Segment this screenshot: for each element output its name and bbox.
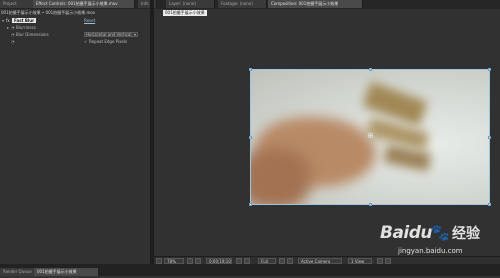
blurriness-row[interactable]: ▸ ◔ Blurriness xyxy=(0,24,150,31)
stopwatch-icon[interactable]: ◔ xyxy=(11,31,15,38)
repeat-edge-checkbox[interactable]: ✓ xyxy=(84,38,87,45)
transform-handle[interactable] xyxy=(488,203,491,206)
blurriness-label: Blurriness xyxy=(16,25,36,30)
tab-project[interactable]: Project xyxy=(0,0,35,8)
expand-arrow-icon[interactable]: ▸ xyxy=(7,24,9,31)
watermark-brand: Baidu xyxy=(380,223,433,243)
breadcrumb: 001拍摄手展示小效果 • 001拍摄手展示小效果.mov xyxy=(1,10,96,15)
effect-controls-panel: 001拍摄手展示小效果 • 001拍摄手展示小效果.mov ▾ fx Fast … xyxy=(0,9,150,264)
transform-handle[interactable] xyxy=(249,136,252,139)
blur-dimensions-value: Horizontal and Vertical xyxy=(86,32,132,37)
transform-handle[interactable] xyxy=(369,68,372,71)
repeat-edge-label[interactable]: Repeat Edge Pixels xyxy=(89,38,127,45)
blur-dimensions-dropdown[interactable]: Horizontal and Vertical ▾ xyxy=(84,32,138,37)
tab-layer[interactable]: Layer: (none) xyxy=(166,0,215,8)
stopwatch-icon[interactable]: ◔ xyxy=(11,24,15,31)
transform-handle[interactable] xyxy=(488,68,491,71)
anchor-point-icon[interactable]: ⊕ xyxy=(367,132,374,140)
transform-handle[interactable] xyxy=(249,68,252,71)
tab-footage[interactable]: Footage: (none) xyxy=(218,0,267,8)
tab-render-queue[interactable]: Render Queue xyxy=(0,268,35,276)
transform-handle[interactable] xyxy=(369,203,372,206)
reset-link[interactable]: Reset xyxy=(84,17,95,24)
comp-name-tab[interactable]: 001拍摄手展示小效果 xyxy=(163,10,207,16)
effect-name[interactable]: Fast Blur xyxy=(12,18,37,23)
tab-info[interactable]: Info xyxy=(138,0,157,8)
stopwatch-icon[interactable]: ◔ xyxy=(11,38,15,45)
watermark-url: jingyan.baidu.com xyxy=(398,247,463,255)
baidu-watermark: Baidu 🐾 经验 jingyan.baidu.com xyxy=(380,221,498,261)
chevron-down-icon: ▾ xyxy=(133,32,136,37)
tab-timeline[interactable]: 001拍摄手展示小效果 xyxy=(34,268,99,276)
blur-dimensions-row[interactable]: ◔ Blur Dimensions Horizontal and Vertica… xyxy=(0,31,150,38)
tab-composition[interactable]: Composition: 001拍摄手展示小效果 xyxy=(268,0,363,8)
effect-toggle-icon[interactable]: ▾ xyxy=(2,17,4,24)
fx-icon[interactable]: fx xyxy=(6,17,10,24)
effect-header-row[interactable]: ▾ fx Fast Blur Reset xyxy=(0,17,150,24)
tab-effect-controls[interactable]: Effect Controls: 001拍摄手展示小效果.mov xyxy=(33,0,135,8)
blur-dimensions-label: Blur Dimensions xyxy=(16,32,49,37)
repeat-edge-row[interactable]: ◔ ✓ Repeat Edge Pixels xyxy=(0,38,150,45)
paw-icon: 🐾 xyxy=(430,223,450,242)
watermark-cn: 经验 xyxy=(452,226,480,242)
transform-handle[interactable] xyxy=(488,136,491,139)
transform-handle[interactable] xyxy=(249,203,252,206)
